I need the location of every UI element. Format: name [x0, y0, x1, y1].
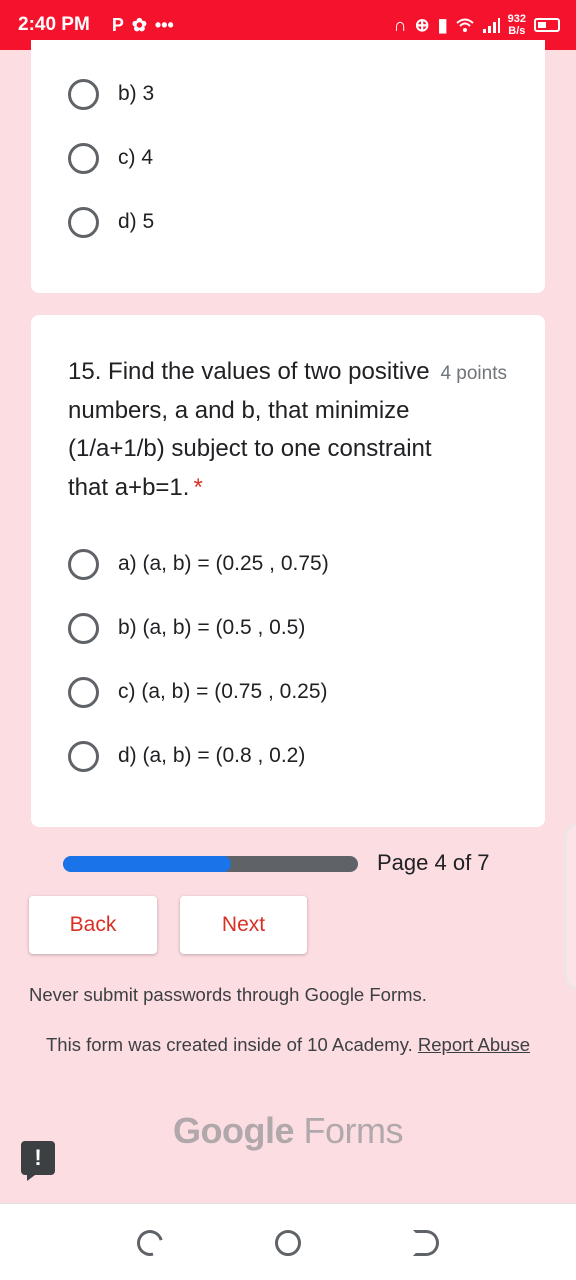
network-speed: 932 B/s [508, 13, 526, 37]
google-forms-logo[interactable]: Google Forms [0, 1110, 576, 1152]
vibrate-icon: ▮ [437, 15, 448, 35]
side-panel-handle[interactable] [565, 822, 576, 990]
status-time: 2:40 PM [18, 14, 90, 35]
radio-option[interactable]: d) 5 [68, 202, 154, 242]
back-icon[interactable] [413, 1230, 439, 1256]
question-text: 15. Find the values of two positive numb… [68, 358, 432, 501]
navigation-bar [0, 1203, 576, 1280]
form-origin-notice: This form was created inside of 10 Acade… [40, 1033, 536, 1056]
option-label: a) (a, b) = (0.25 , 0.75) [118, 552, 329, 575]
option-label: b) 3 [118, 82, 155, 105]
radio-option[interactable]: a) (a, b) = (0.25 , 0.75) [68, 544, 329, 584]
google-wordmark: Google [172, 1110, 295, 1151]
signal-icon [482, 18, 500, 33]
password-warning: Never submit passwords through Google Fo… [29, 984, 427, 1005]
recent-apps-icon[interactable] [132, 1225, 168, 1261]
radio-button[interactable] [68, 548, 99, 580]
option-label: d) 5 [118, 210, 155, 233]
network-speed-unit: B/s [508, 25, 526, 37]
radio-option[interactable]: c) (a, b) = (0.75 , 0.25) [68, 672, 328, 712]
previous-question-card: b) 3 c) 4 d) 5 [31, 40, 545, 293]
form-origin-text: This form was created inside of 10 Acade… [46, 1034, 413, 1055]
radio-option[interactable]: b) 3 [68, 74, 154, 114]
feedback-icon[interactable]: ! [21, 1141, 55, 1181]
option-label: c) 4 [118, 146, 154, 169]
page-indicator: Page 4 of 7 [377, 850, 490, 875]
next-button[interactable]: Next [180, 896, 307, 954]
battery-icon [534, 18, 560, 32]
headphones-icon: ∩ [393, 15, 407, 35]
question-points: 4 points [440, 363, 507, 384]
home-icon[interactable] [275, 1230, 301, 1256]
option-label: d) (a, b) = (0.8 , 0.2) [118, 744, 306, 767]
radio-button[interactable] [68, 142, 99, 174]
option-label: b) (a, b) = (0.5 , 0.5) [118, 616, 306, 639]
network-speed-value: 932 [507, 13, 526, 25]
data-saver-icon: ⊕ [414, 15, 430, 35]
status-right-group: ∩ ⊕ ▮ 932 B/s [394, 13, 560, 37]
progress-bar-fill [63, 856, 232, 872]
report-abuse-link[interactable]: Report Abuse [418, 1034, 530, 1055]
question-card: 15. Find the values of two positive numb… [31, 315, 545, 827]
radio-button[interactable] [68, 676, 99, 708]
wifi-icon [455, 18, 474, 32]
radio-button[interactable] [68, 612, 99, 644]
status-left-group: 2:40 PM P ✿ ••• [18, 14, 174, 36]
required-asterisk: * [193, 473, 203, 501]
radio-option[interactable]: c) 4 [68, 138, 153, 178]
radio-option[interactable]: b) (a, b) = (0.5 , 0.5) [68, 608, 305, 648]
radio-button[interactable] [68, 740, 99, 772]
question-title: 15. Find the values of two positive numb… [68, 353, 438, 507]
radio-option[interactable]: d) (a, b) = (0.8 , 0.2) [68, 736, 305, 776]
back-button[interactable]: Back [29, 896, 157, 954]
option-label: c) (a, b) = (0.75 , 0.25) [118, 680, 328, 703]
progress-bar [63, 856, 358, 872]
radio-button[interactable] [68, 78, 99, 110]
parking-icon: P [111, 15, 124, 35]
gear-icon: ✿ [131, 15, 147, 35]
radio-button[interactable] [68, 206, 99, 238]
forms-wordmark: Forms [303, 1110, 404, 1151]
more-dots-icon: ••• [154, 15, 174, 35]
